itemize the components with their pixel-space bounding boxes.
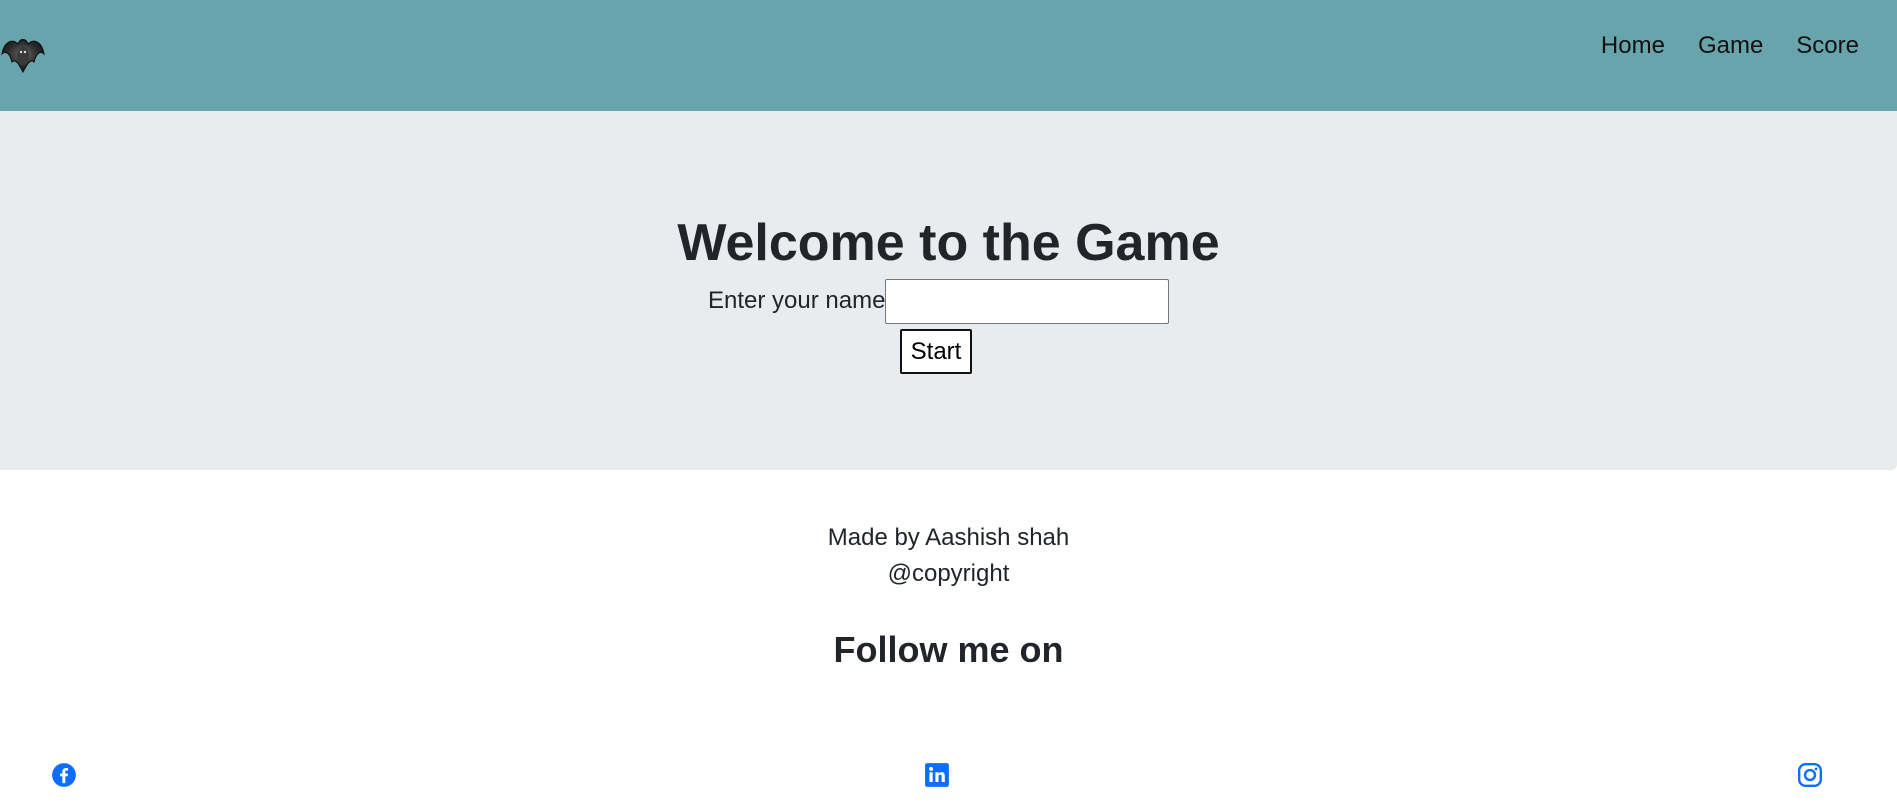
nav-link-home[interactable]: Home [1601,28,1665,64]
copyright-text: @copyright [887,560,1010,587]
made-by-text: Made by Aashish shah [827,524,1070,551]
linkedin-icon[interactable] [924,762,950,788]
facebook-icon[interactable] [51,762,77,788]
name-label: Enter your name [708,287,886,314]
nav-link-score[interactable]: Score [1796,28,1859,64]
hero-section: Welcome to the Game Enter your name Star… [0,111,1897,470]
navbar: Home Game Score [0,0,1897,111]
name-form-row: Enter your name [708,278,1170,324]
follow-title: Follow me on [833,629,1064,670]
name-input[interactable] [885,278,1170,324]
bat-logo-icon[interactable] [0,32,46,78]
nav-link-game[interactable]: Game [1698,28,1763,64]
page-title: Welcome to the Game [677,214,1220,272]
nav-links: Home Game Score [1568,28,1859,64]
start-button[interactable]: Start [900,329,972,374]
instagram-icon[interactable] [1797,762,1823,788]
